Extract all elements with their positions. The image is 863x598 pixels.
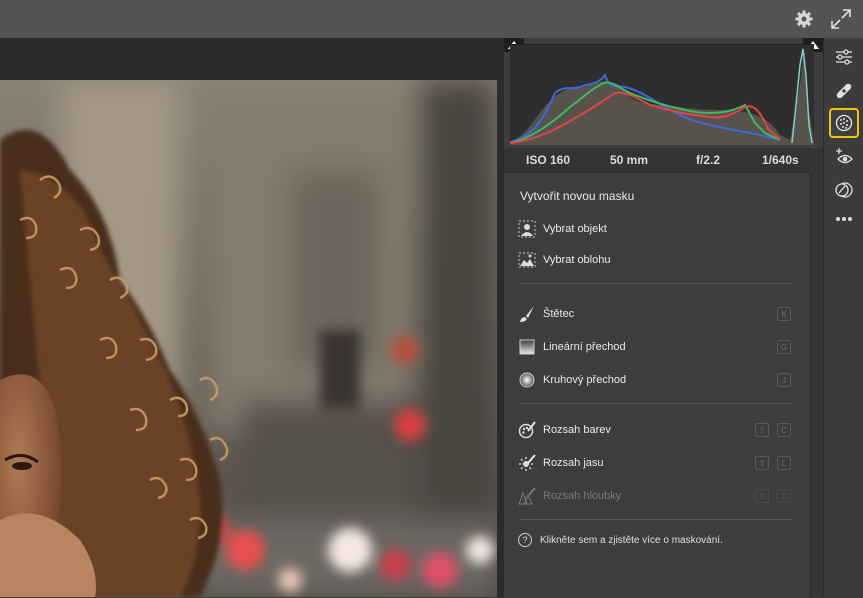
help-icon: ? <box>518 533 532 547</box>
iso-value: ISO 160 <box>526 153 571 167</box>
shutter-speed-value: 1/640s <box>762 153 799 167</box>
histogram <box>509 44 814 145</box>
shortcut-key: G <box>777 340 791 354</box>
shortcut-key: L <box>777 456 791 470</box>
masking-help-link[interactable]: ? Klikněte sem a zjistěte více o masková… <box>518 533 723 547</box>
photo-preview[interactable] <box>0 80 497 597</box>
edit-sliders-icon[interactable] <box>831 44 857 70</box>
shortcut-key: C <box>777 423 791 437</box>
linear-gradient-icon <box>518 338 536 356</box>
luminance-range-icon <box>518 454 536 472</box>
divider <box>520 283 792 284</box>
shortcut-key: ⇧ <box>755 489 769 503</box>
select-subject-icon <box>518 220 536 238</box>
select-sky-icon <box>518 251 536 269</box>
presets-icon[interactable] <box>831 177 857 203</box>
red-eye-icon[interactable] <box>831 144 857 170</box>
more-icon[interactable] <box>831 206 857 232</box>
brush-button[interactable]: Štětec <box>518 304 798 324</box>
radial-gradient-button[interactable]: Kruhový přechod <box>518 370 798 390</box>
help-text: Klikněte sem a zjistěte více o maskování… <box>540 534 723 546</box>
masking-icon[interactable] <box>829 108 859 138</box>
divider <box>520 519 792 520</box>
tool-strip <box>823 38 863 597</box>
top-bar <box>0 0 863 38</box>
depth-range-icon <box>518 487 536 505</box>
shortcut-key: K <box>777 307 791 321</box>
linear-gradient-button[interactable]: Lineární přechod <box>518 337 798 357</box>
shortcut-key: ⇧ <box>755 456 769 470</box>
shortcut-key: ⇧ <box>755 423 769 437</box>
panel-title: Vytvořit novou masku <box>520 189 635 203</box>
shortcut-key: D <box>777 489 791 503</box>
radial-gradient-icon <box>518 371 536 389</box>
select-subject-button[interactable]: Vybrat objekt <box>518 219 798 239</box>
create-mask-panel: Vytvořit novou masku Vybrat objekt Vybra… <box>504 172 811 598</box>
focal-length-value: 50 mm <box>610 153 649 167</box>
healing-icon[interactable] <box>831 78 857 104</box>
shortcut-key: J <box>777 373 791 387</box>
histogram-panel <box>504 38 823 148</box>
panel-scrollbar[interactable] <box>810 148 823 597</box>
select-sky-button[interactable]: Vybrat oblohu <box>518 250 798 270</box>
exif-info-bar: ISO 160 50 mm f/2.2 1/640s <box>504 148 810 172</box>
gear-icon[interactable] <box>794 9 814 29</box>
expand-icon[interactable] <box>828 6 854 32</box>
brush-icon <box>518 305 536 323</box>
color-range-icon <box>518 421 536 439</box>
divider <box>520 403 792 404</box>
aperture-value: f/2.2 <box>696 153 721 167</box>
